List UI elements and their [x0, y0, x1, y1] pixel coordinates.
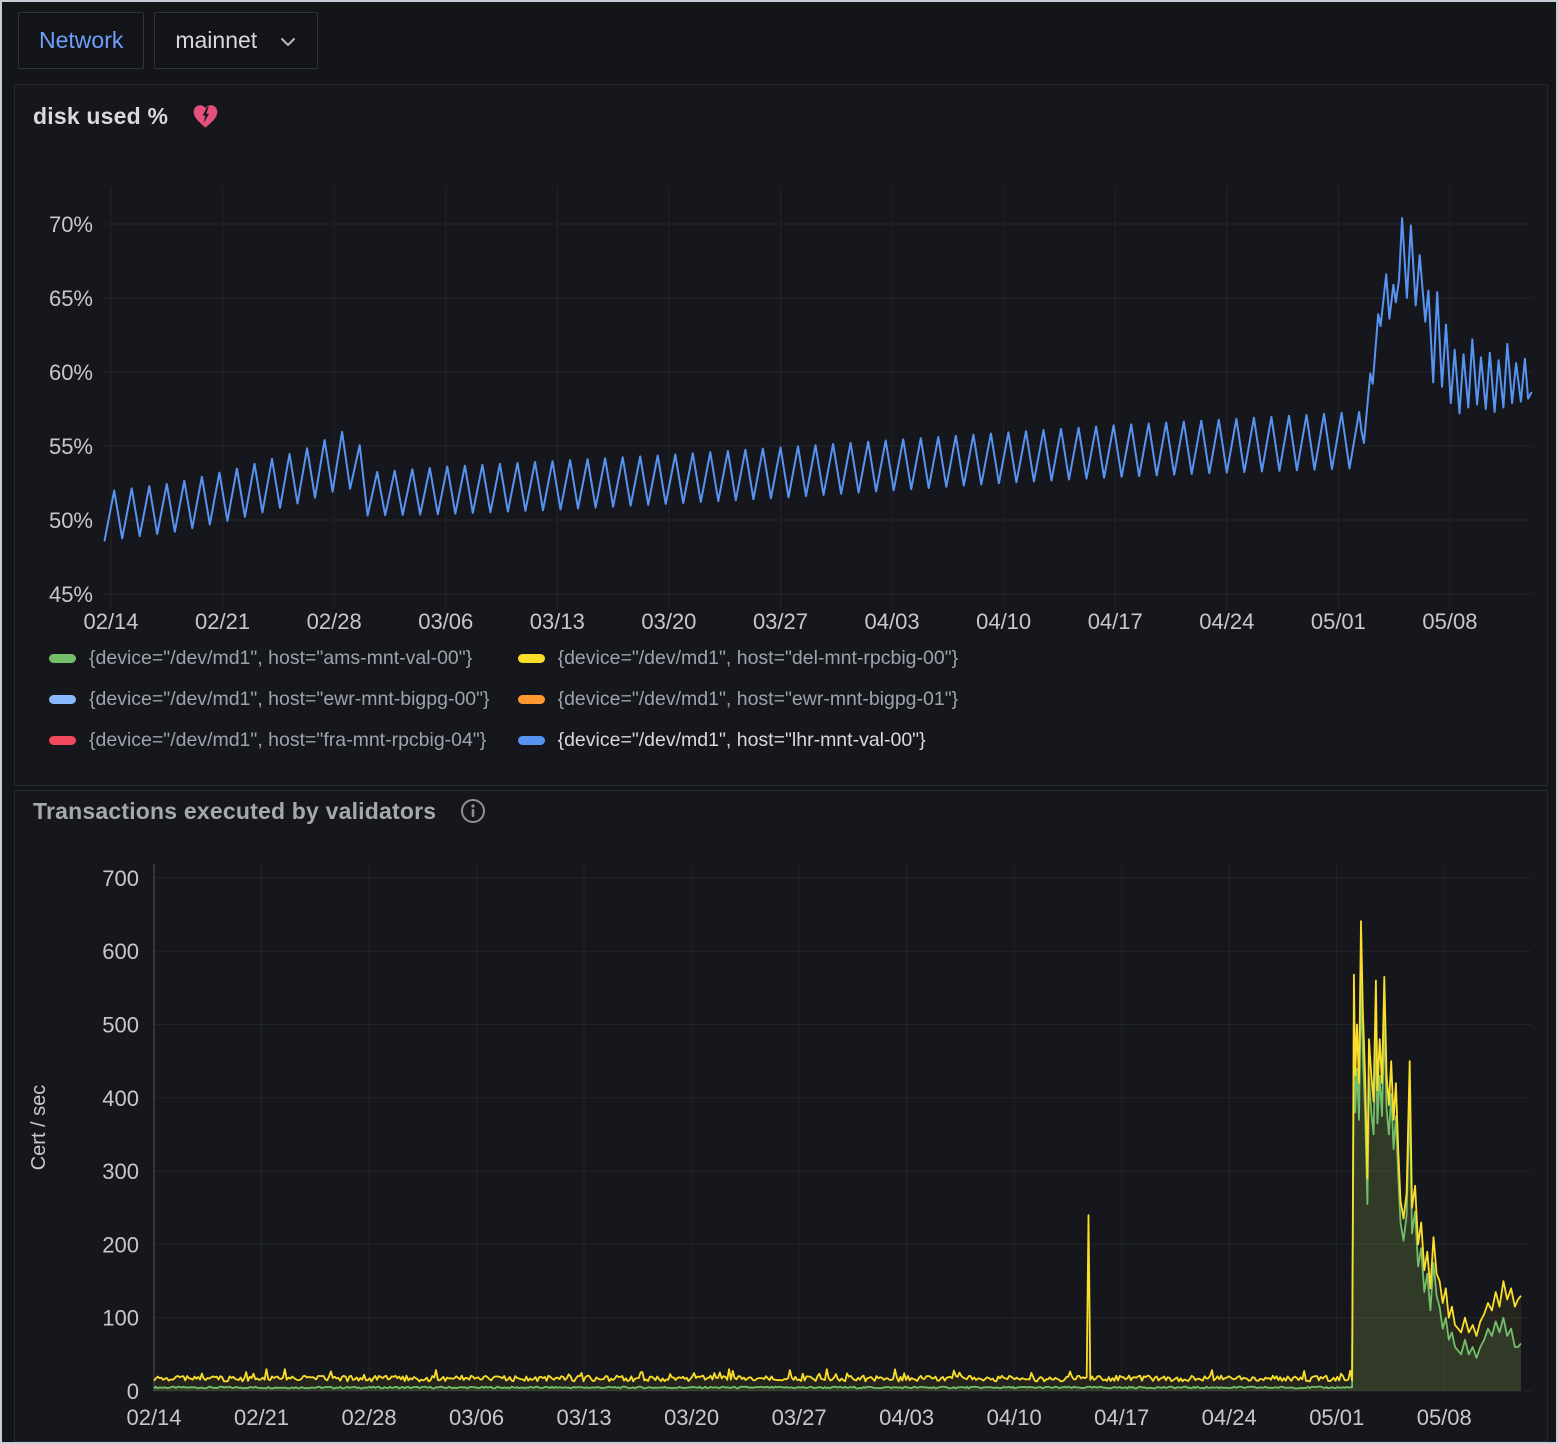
legend-swatch — [518, 695, 545, 704]
dashboard-variables-bar: Network mainnet — [2, 2, 1556, 78]
svg-text:04/24: 04/24 — [1199, 609, 1254, 634]
svg-text:45%: 45% — [49, 582, 93, 607]
legend-swatch — [49, 736, 76, 745]
info-icon[interactable] — [460, 798, 486, 824]
svg-text:05/01: 05/01 — [1309, 1405, 1364, 1430]
svg-text:03/20: 03/20 — [641, 609, 696, 634]
svg-text:400: 400 — [102, 1086, 139, 1111]
transactions-panel: Transactions executed by validators 0 100… — [14, 790, 1548, 1442]
network-variable-value-text: mainnet — [175, 27, 257, 54]
alert-broken-heart-icon — [192, 104, 219, 129]
disk-used-panel-title: disk used % — [33, 103, 168, 130]
legend-item-0[interactable]: {device="/dev/md1", host="ams-mnt-val-00… — [49, 647, 490, 670]
svg-text:02/14: 02/14 — [126, 1405, 181, 1430]
svg-text:03/13: 03/13 — [557, 1405, 612, 1430]
svg-text:04/10: 04/10 — [987, 1405, 1042, 1430]
legend-item-2[interactable]: {device="/dev/md1", host="ewr-mnt-bigpg-… — [49, 688, 490, 711]
svg-text:02/14: 02/14 — [83, 609, 138, 634]
svg-text:04/03: 04/03 — [865, 609, 920, 634]
svg-text:0: 0 — [127, 1379, 139, 1404]
svg-text:03/20: 03/20 — [664, 1405, 719, 1430]
svg-text:04/24: 04/24 — [1202, 1405, 1257, 1430]
svg-text:03/27: 03/27 — [772, 1405, 827, 1430]
disk-used-panel: disk used % 45% 50% 55% 60% 65% 70% 02/14 02/21… — [14, 84, 1548, 786]
svg-text:Cert / sec: Cert / sec — [28, 1085, 50, 1171]
network-variable-label-text: Network — [39, 27, 123, 54]
svg-text:70%: 70% — [49, 212, 93, 237]
legend-item-5[interactable]: {device="/dev/md1", host="lhr-mnt-val-00… — [518, 729, 959, 752]
svg-text:300: 300 — [102, 1159, 139, 1184]
svg-text:04/17: 04/17 — [1094, 1405, 1149, 1430]
svg-text:60%: 60% — [49, 360, 93, 385]
svg-text:02/21: 02/21 — [195, 609, 250, 634]
legend-item-3[interactable]: {device="/dev/md1", host="ewr-mnt-bigpg-… — [518, 688, 959, 711]
svg-text:03/06: 03/06 — [418, 609, 473, 634]
svg-text:65%: 65% — [49, 286, 93, 311]
svg-text:600: 600 — [102, 939, 139, 964]
svg-text:05/01: 05/01 — [1311, 609, 1366, 634]
svg-text:04/10: 04/10 — [976, 609, 1031, 634]
svg-text:05/08: 05/08 — [1422, 609, 1477, 634]
svg-text:03/27: 03/27 — [753, 609, 808, 634]
transactions-chart[interactable]: 0 100 200 300 400 500 600 700 02/14 02/21 02/28 03/… — [15, 831, 1543, 1441]
transactions-panel-title: Transactions executed by validators — [33, 798, 436, 825]
svg-text:03/13: 03/13 — [530, 609, 585, 634]
svg-text:200: 200 — [102, 1232, 139, 1257]
svg-text:02/28: 02/28 — [307, 609, 362, 634]
chevron-down-icon — [279, 35, 297, 49]
legend-label: {device="/dev/md1", host="fra-mnt-rpcbig… — [89, 729, 486, 752]
disk-used-chart[interactable]: 45% 50% 55% 60% 65% 70% 02/14 02/21 02/28 03/06 03… — [15, 147, 1543, 643]
svg-text:05/08: 05/08 — [1417, 1405, 1472, 1430]
legend-label: {device="/dev/md1", host="lhr-mnt-val-00… — [558, 729, 926, 752]
svg-text:500: 500 — [102, 1013, 139, 1038]
legend-label: {device="/dev/md1", host="ams-mnt-val-00… — [89, 647, 472, 670]
legend-item-4[interactable]: {device="/dev/md1", host="fra-mnt-rpcbig… — [49, 729, 490, 752]
disk-used-panel-header[interactable]: disk used % — [15, 85, 1547, 147]
svg-text:03/06: 03/06 — [449, 1405, 504, 1430]
svg-text:50%: 50% — [49, 508, 93, 533]
svg-text:02/28: 02/28 — [342, 1405, 397, 1430]
legend-item-1[interactable]: {device="/dev/md1", host="del-mnt-rpcbig… — [518, 647, 959, 670]
legend-swatch — [49, 654, 76, 663]
legend-label: {device="/dev/md1", host="del-mnt-rpcbig… — [558, 647, 959, 670]
legend-swatch — [49, 695, 76, 704]
legend-label: {device="/dev/md1", host="ewr-mnt-bigpg-… — [89, 688, 490, 711]
legend-swatch — [518, 654, 545, 663]
svg-text:100: 100 — [102, 1306, 139, 1331]
disk-used-legend: {device="/dev/md1", host="ams-mnt-val-00… — [49, 647, 1547, 752]
legend-label: {device="/dev/md1", host="ewr-mnt-bigpg-… — [558, 688, 959, 711]
grafana-dashboard: { "topbar": { "variable_label": "Network… — [0, 0, 1558, 1444]
svg-text:04/03: 04/03 — [879, 1405, 934, 1430]
svg-text:700: 700 — [102, 866, 139, 891]
svg-text:02/21: 02/21 — [234, 1405, 289, 1430]
svg-text:04/17: 04/17 — [1088, 609, 1143, 634]
transactions-panel-header[interactable]: Transactions executed by validators — [15, 791, 1547, 831]
network-variable-label: Network — [18, 12, 144, 69]
network-variable-dropdown[interactable]: mainnet — [154, 12, 318, 69]
legend-swatch — [518, 736, 545, 745]
svg-text:55%: 55% — [49, 434, 93, 459]
